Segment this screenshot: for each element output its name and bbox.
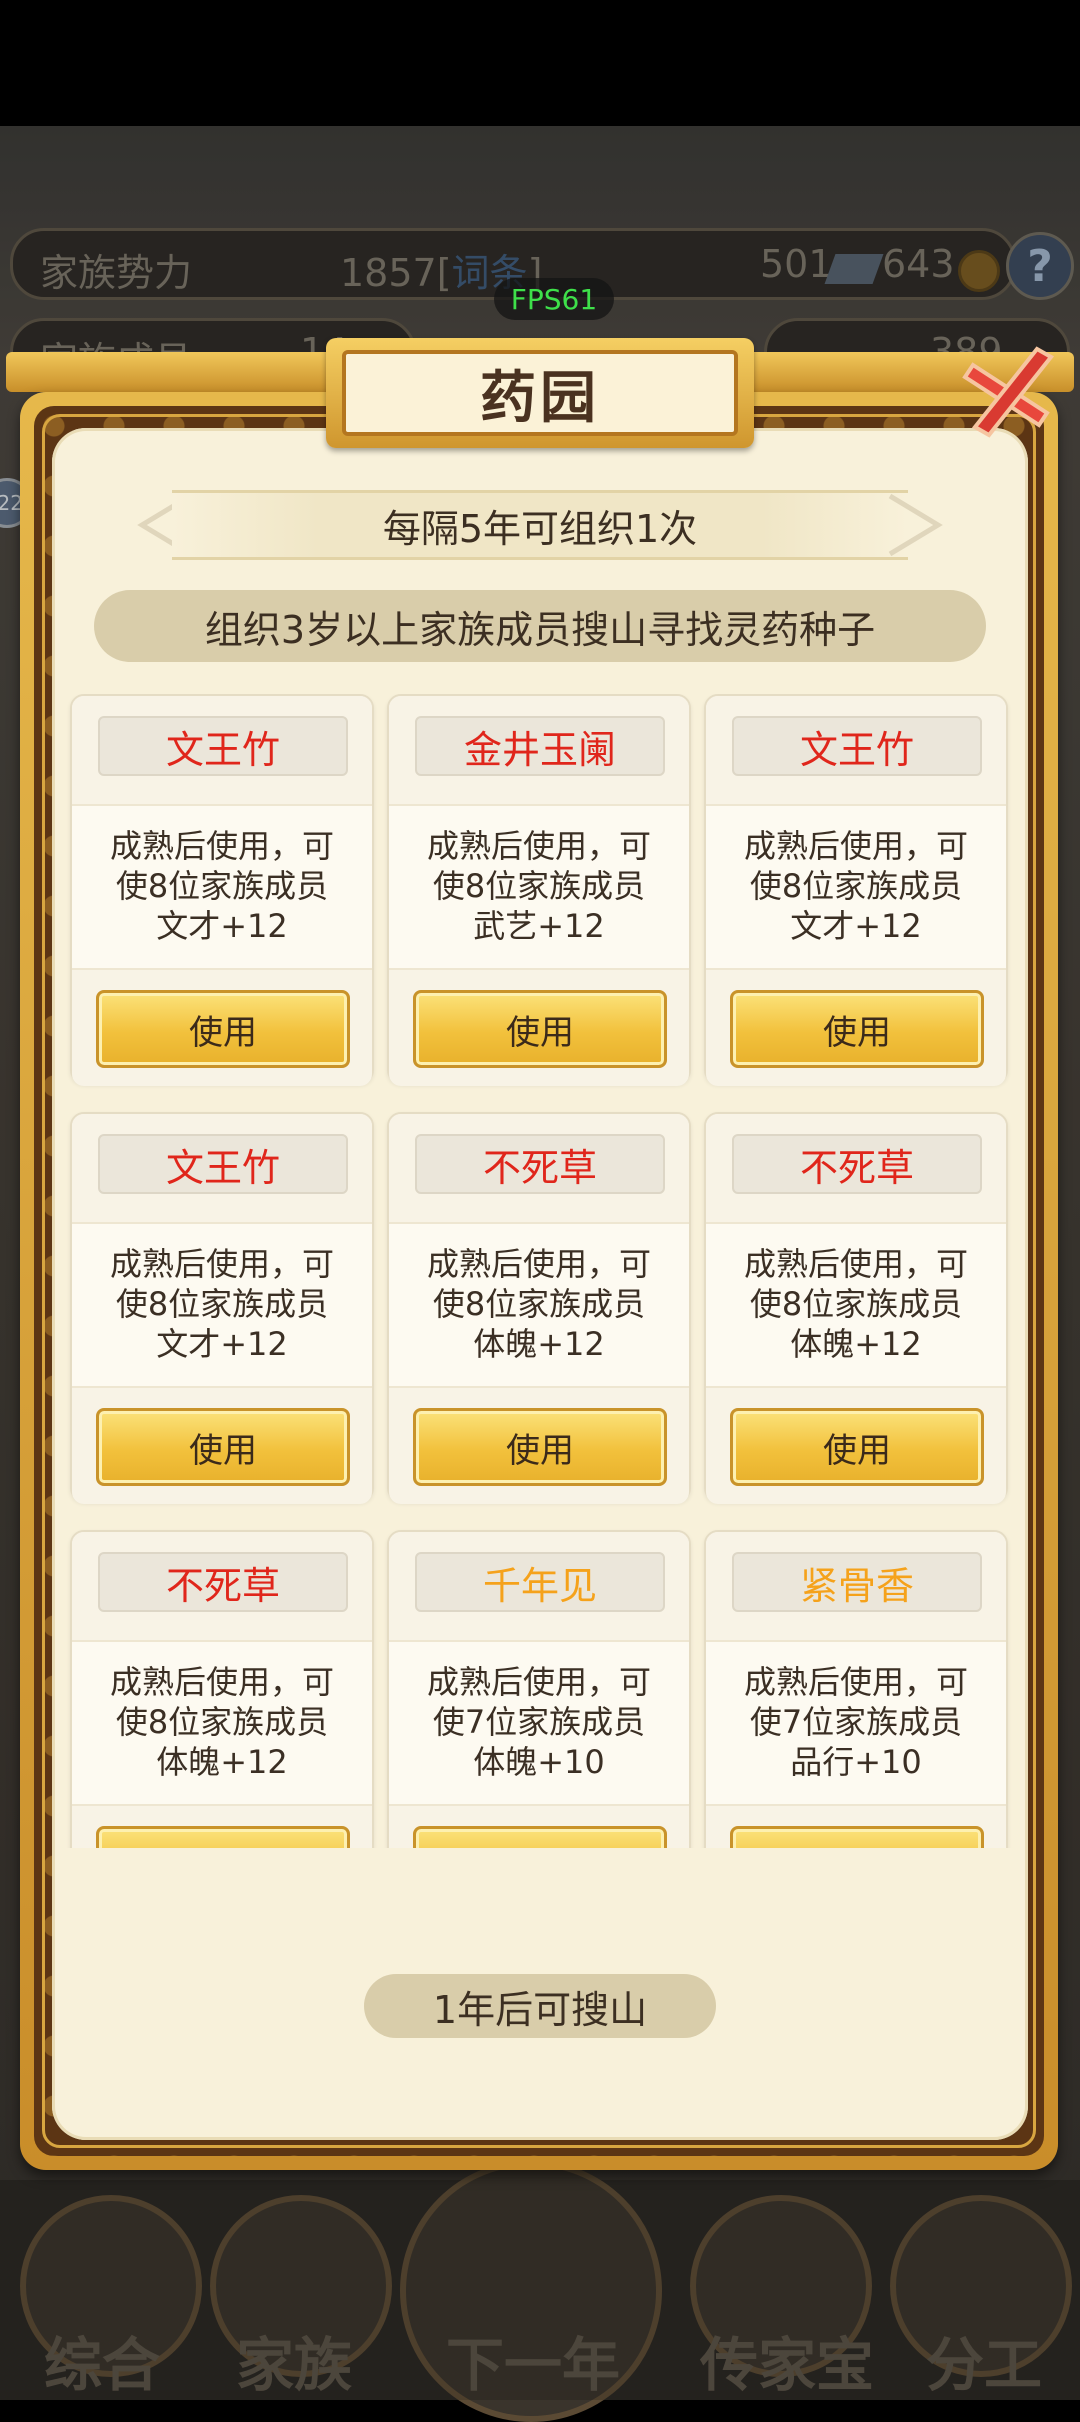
herb-effect-stat: 文才+12 xyxy=(156,1325,288,1363)
herb-effect-line: 使8位家族成员 xyxy=(749,867,963,905)
herb-card: 不死草成熟后使用，可使8位家族成员体魄+12 使用 xyxy=(704,1112,1008,1504)
herb-effect-stat: 体魄+12 xyxy=(473,1325,605,1363)
herb-effect-stat: 体魄+12 xyxy=(156,1743,288,1781)
close-x-icon xyxy=(962,346,1055,438)
use-button[interactable]: 使用 xyxy=(730,990,984,1068)
herb-card: 金井玉阑成熟后使用，可 使8位家族成员 武艺+12 使用 xyxy=(387,694,691,1086)
herb-effect-stat: 体魄+12 xyxy=(790,1325,922,1363)
search-status-badge: 1年后可搜山 xyxy=(364,1974,716,2038)
interval-banner: 每隔5年可组织1次 xyxy=(132,490,948,560)
herb-card-footer: 使用 xyxy=(389,1804,689,1848)
herb-card-header: 不死草 xyxy=(389,1114,689,1224)
herb-name: 文王竹 xyxy=(98,1134,348,1194)
herb-effect-line: 成熟后使用，可 xyxy=(743,827,968,865)
herb-name: 不死草 xyxy=(98,1552,348,1612)
herb-effect-stat: 文才+12 xyxy=(790,907,922,945)
use-button[interactable]: 使用 xyxy=(96,990,350,1068)
herb-effect-line: 成熟后使用，可 xyxy=(426,1245,651,1283)
herb-effect: 成熟后使用，可 使8位家族成员 文才+12 xyxy=(72,806,372,966)
herb-effect-stat: 体魄+10 xyxy=(473,1743,605,1781)
herb-effect-line: 使7位家族成员 xyxy=(749,1703,963,1741)
herb-card: 不死草成熟后使用，可使8位家族成员体魄+12 使用 xyxy=(70,1530,374,1848)
herb-effect-line: 使8位家族成员 xyxy=(115,1703,329,1741)
herb-effect-line: 成熟后使用，可 xyxy=(109,1663,334,1701)
herb-card-footer: 使用 xyxy=(72,1804,372,1848)
herb-card-footer: 使用 xyxy=(706,1804,1006,1848)
herb-name: 千年见 xyxy=(415,1552,665,1612)
fps-counter: FPS61 xyxy=(494,278,614,320)
use-button[interactable]: 使用 xyxy=(413,1408,667,1486)
use-button[interactable]: 使用 xyxy=(413,990,667,1068)
herb-effect-line: 使8位家族成员 xyxy=(432,1285,646,1323)
herb-effect-stat: 品行+10 xyxy=(790,1743,922,1781)
herb-card-footer: 使用 xyxy=(706,1386,1006,1504)
herb-effect-line: 成熟后使用，可 xyxy=(109,827,334,865)
use-button[interactable]: 使用 xyxy=(413,1826,667,1848)
herb-effect-line: 成熟后使用，可 xyxy=(426,1663,651,1701)
herb-name: 紧骨香 xyxy=(732,1552,982,1612)
description-text: 组织3岁以上家族成员搜山寻找灵药种子 xyxy=(94,590,986,662)
herb-effect: 成熟后使用，可 使8位家族成员 文才+12 xyxy=(72,1224,372,1384)
herb-effect-line: 使7位家族成员 xyxy=(432,1703,646,1741)
use-button[interactable]: 使用 xyxy=(730,1408,984,1486)
herb-card: 文王竹成熟后使用，可 使8位家族成员 文才+12 使用 xyxy=(704,694,1008,1086)
herb-effect: 成熟后使用，可 使8位家族成员 体魄+12 xyxy=(389,1224,689,1384)
herb-name: 文王竹 xyxy=(98,716,348,776)
herb-card: 文王竹成熟后使用，可 使8位家族成员 文才+12 使用 xyxy=(70,694,374,1086)
herb-card-header: 千年见 xyxy=(389,1532,689,1642)
interval-text: 每隔5年可组织1次 xyxy=(382,506,698,551)
herb-card-header: 紧骨香 xyxy=(706,1532,1006,1642)
herb-card: 不死草成熟后使用，可使8位家族成员体魄+12 使用 xyxy=(387,1112,691,1504)
herb-effect: 成熟后使用，可 使8位家族成员 体魄+12 xyxy=(72,1642,372,1802)
dialog-title: 药园 xyxy=(342,350,738,436)
herb-effect-line: 使8位家族成员 xyxy=(749,1285,963,1323)
herb-name: 金井玉阑 xyxy=(415,716,665,776)
herb-effect-stat: 文才+12 xyxy=(156,907,288,945)
herb-effect-line: 成熟后使用，可 xyxy=(743,1245,968,1283)
system-status-bar xyxy=(0,0,1080,126)
herb-card-footer: 使用 xyxy=(72,968,372,1086)
herb-card: 文王竹成熟后使用，可 使8位家族成员 文才+12 使用 xyxy=(70,1112,374,1504)
herb-effect-line: 成熟后使用，可 xyxy=(109,1245,334,1283)
herb-effect-line: 使8位家族成员 xyxy=(115,867,329,905)
herb-card-header: 文王竹 xyxy=(72,696,372,806)
use-button[interactable]: 使用 xyxy=(96,1408,350,1486)
herb-card-grid[interactable]: 文王竹 成熟后使用，可 使8位家族成员 文才+12 使用 金井玉阑 成熟后使用，可 使8位家族… xyxy=(60,694,1020,1848)
herb-name: 文王竹 xyxy=(732,716,982,776)
herb-card: 紧骨香成熟后使用，可使7位家族成员品行+10 使用 xyxy=(704,1530,1008,1848)
herb-effect-line: 成熟后使用，可 xyxy=(743,1663,968,1701)
herb-name: 不死草 xyxy=(732,1134,982,1194)
close-button[interactable] xyxy=(950,330,1070,450)
herb-effect: 成熟后使用，可 使8位家族成员 体魄+12 xyxy=(706,1224,1006,1384)
herb-card-footer: 使用 xyxy=(389,1386,689,1504)
use-button[interactable]: 使用 xyxy=(730,1826,984,1848)
herb-effect-line: 使8位家族成员 xyxy=(432,867,646,905)
herb-effect-stat: 武艺+12 xyxy=(473,907,605,945)
herb-effect-line: 使8位家族成员 xyxy=(115,1285,329,1323)
herb-name: 不死草 xyxy=(415,1134,665,1194)
herb-card-header: 不死草 xyxy=(72,1532,372,1642)
herb-effect-line: 成熟后使用，可 xyxy=(426,827,651,865)
herb-card-header: 文王竹 xyxy=(72,1114,372,1224)
herb-effect: 成熟后使用，可 使7位家族成员 品行+10 xyxy=(706,1642,1006,1802)
herb-card: 千年见成熟后使用，可使7位家族成员体魄+10 使用 xyxy=(387,1530,691,1848)
herb-card-footer: 使用 xyxy=(389,968,689,1086)
herb-card-header: 文王竹 xyxy=(706,696,1006,806)
herb-card-footer: 使用 xyxy=(706,968,1006,1086)
herb-card-header: 不死草 xyxy=(706,1114,1006,1224)
herb-effect: 成熟后使用，可 使8位家族成员 武艺+12 xyxy=(389,806,689,966)
herb-card-footer: 使用 xyxy=(72,1386,372,1504)
herb-card-header: 金井玉阑 xyxy=(389,696,689,806)
use-button[interactable]: 使用 xyxy=(96,1826,350,1848)
herb-effect: 成熟后使用，可 使8位家族成员 文才+12 xyxy=(706,806,1006,966)
herb-effect: 成熟后使用，可 使7位家族成员 体魄+10 xyxy=(389,1642,689,1802)
